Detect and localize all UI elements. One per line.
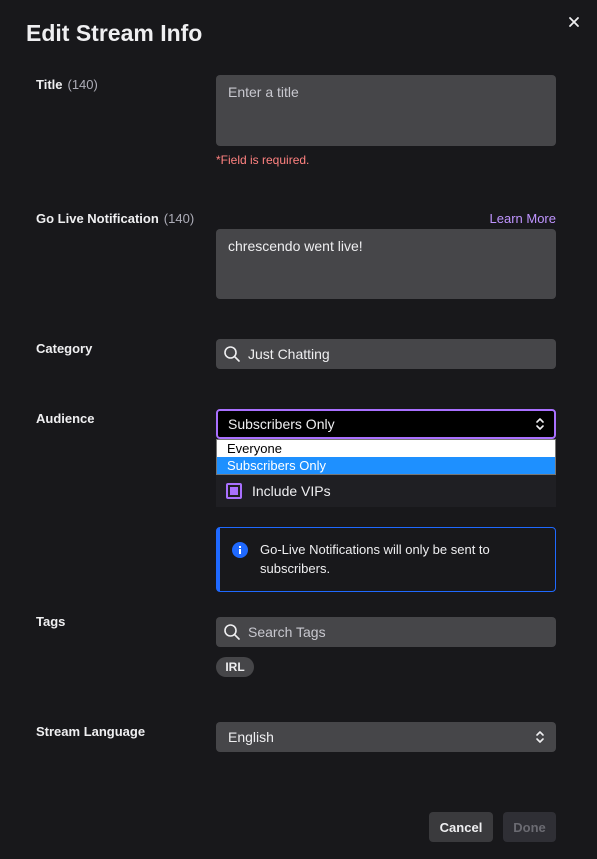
tags-search-input[interactable]: Search Tags [216,617,556,647]
include-vips-row: Include VIPs [216,475,556,507]
tag-irl[interactable]: IRL [216,657,254,677]
title-label: Title (140) [36,77,98,92]
chevron-up-down-icon [534,729,546,745]
info-icon [232,542,248,558]
notification-label: Go Live Notification (140) [36,211,194,226]
tags-label: Tags [36,614,66,629]
audience-select[interactable]: Subscribers Only [216,409,556,439]
category-value: Just Chatting [248,346,330,362]
title-label-text: Title [36,77,63,92]
cancel-button[interactable]: Cancel [429,812,493,842]
title-input[interactable]: Enter a title [216,75,556,146]
title-char-count: (140) [67,77,98,92]
notification-label-text: Go Live Notification [36,211,159,226]
title-error-message: *Field is required. [216,153,310,167]
language-select[interactable]: English [216,722,556,752]
audience-info-banner: Go-Live Notifications will only be sent … [216,527,556,592]
audience-info-text: Go-Live Notifications will only be sent … [260,542,490,576]
close-icon [569,17,579,27]
audience-dropdown-list: Everyone Subscribers Only [216,439,556,475]
notification-input[interactable]: chrescendo went live! [216,229,556,299]
search-icon [222,344,242,364]
done-button[interactable]: Done [503,812,556,842]
checkbox-check-mark [230,487,238,495]
search-icon [222,622,242,642]
chevron-up-down-icon [534,416,546,432]
tags-placeholder: Search Tags [248,624,326,640]
title-placeholder: Enter a title [228,84,299,100]
category-label: Category [36,341,93,356]
notification-value: chrescendo went live! [228,238,363,254]
notification-char-count: (140) [163,211,195,226]
edit-stream-info-modal: Edit Stream Info Title (140) Enter a titl… [0,0,597,859]
audience-option-everyone[interactable]: Everyone [217,440,555,457]
language-label: Stream Language [36,724,146,739]
audience-option-subscribers-only[interactable]: Subscribers Only [217,457,555,474]
close-button[interactable] [564,12,584,32]
audience-selected-value: Subscribers Only [228,416,335,432]
learn-more-link[interactable]: Learn More [490,211,556,226]
category-search-input[interactable]: Just Chatting [216,339,556,369]
include-vips-label: Include VIPs [252,483,331,499]
modal-title: Edit Stream Info [26,20,203,46]
audience-label: Audience [36,411,95,426]
language-value: English [228,729,274,745]
include-vips-checkbox[interactable] [226,483,242,499]
